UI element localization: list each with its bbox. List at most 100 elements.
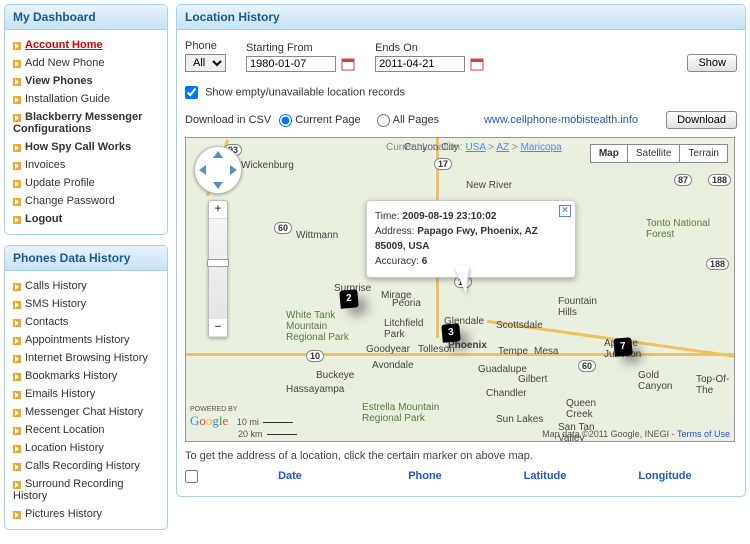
map-breadcrumb: Current Location: USA > AZ > Maricopa	[386, 142, 562, 153]
sidebar-link[interactable]: Messenger Chat History	[25, 406, 143, 418]
close-icon[interactable]: ×	[559, 205, 571, 217]
sidebar-item: Account Home	[13, 36, 159, 54]
hint-text: To get the address of a location, click …	[185, 442, 737, 466]
sidebar-link[interactable]: Recent Location	[25, 424, 105, 436]
map-type-satellite[interactable]: Satellite	[628, 145, 681, 162]
filter-row: Phone All Starting From Ends On	[185, 36, 737, 82]
show-empty-checkbox[interactable]	[185, 86, 198, 99]
sidebar-link[interactable]: Logout	[25, 213, 62, 225]
sidebar-item: Change Password	[13, 192, 159, 210]
zoom-slider[interactable]	[209, 219, 227, 319]
sidebar-item: Emails History	[13, 385, 159, 403]
map-pan-control[interactable]	[194, 146, 242, 194]
table-header: Date Phone Latitude Longitude	[185, 466, 737, 490]
sidebar-link[interactable]: Pictures History	[25, 508, 102, 520]
to-input[interactable]	[375, 56, 465, 72]
col-date[interactable]: Date	[215, 470, 365, 486]
sidebar-link[interactable]: Invoices	[25, 159, 65, 171]
arrow-icon	[13, 318, 21, 326]
col-latitude[interactable]: Latitude	[485, 470, 605, 486]
map-marker[interactable]: 2	[340, 290, 358, 314]
sidebar-link[interactable]: Internet Browsing History	[25, 352, 148, 364]
sidebar-link[interactable]: View Phones	[25, 75, 93, 87]
pan-up-icon[interactable]	[213, 151, 223, 158]
sidebar-item: Logout	[13, 210, 159, 228]
arrow-icon	[13, 354, 21, 362]
arrow-icon	[13, 59, 21, 67]
sidebar-link[interactable]: Blackberry Messenger Configurations	[13, 111, 142, 135]
radio-all-pages[interactable]	[377, 114, 390, 127]
sidebar-link[interactable]: Change Password	[25, 195, 115, 207]
zoom-handle[interactable]	[207, 259, 229, 267]
sidebar-link[interactable]: SMS History	[25, 298, 86, 310]
sidebar-link[interactable]: Account Home	[25, 39, 103, 51]
arrow-icon	[13, 372, 21, 380]
terms-link[interactable]: Terms of Use	[677, 429, 730, 439]
zoom-out-button[interactable]: −	[209, 319, 227, 337]
radio-current-page[interactable]	[279, 114, 292, 127]
dashboard-nav: Account Home Add New Phone View Phones Inst…	[13, 36, 159, 228]
sidebar-link[interactable]: Surround Recording History	[13, 478, 123, 502]
map-zoom-control[interactable]: + −	[208, 200, 228, 338]
sidebar-link[interactable]: Calls Recording History	[25, 460, 140, 472]
history-panel: Phones Data History Calls HistorySMS His…	[4, 245, 168, 530]
page-title: Location History	[177, 5, 745, 30]
map-type-map[interactable]: Map	[591, 145, 628, 162]
arrow-icon	[13, 510, 21, 518]
sidebar-link[interactable]: Location History	[25, 442, 104, 454]
arrow-icon	[13, 408, 21, 416]
to-label: Ends On	[375, 42, 484, 54]
zoom-in-button[interactable]: +	[209, 201, 227, 219]
sidebar-link[interactable]: Installation Guide	[25, 93, 110, 105]
sidebar-link[interactable]: Appointments History	[25, 334, 130, 346]
map-attribution-google: POWERED BY Google 10 mi 20 km	[190, 403, 297, 439]
col-longitude[interactable]: Longitude	[605, 470, 725, 486]
pan-down-icon[interactable]	[213, 182, 223, 189]
sidebar-item: Calls History	[13, 277, 159, 295]
arrow-icon	[13, 462, 21, 470]
sidebar-item: Invoices	[13, 156, 159, 174]
select-all-checkbox[interactable]	[185, 470, 198, 483]
sidebar-link[interactable]: Bookmarks History	[25, 370, 117, 382]
from-input[interactable]	[246, 56, 336, 72]
sidebar-item: Bookmarks History	[13, 367, 159, 385]
dashboard-panel: My Dashboard Account Home Add New Phone Vi…	[4, 4, 168, 235]
sidebar-item: Contacts	[13, 313, 159, 331]
show-button[interactable]: Show	[687, 54, 737, 72]
calendar-icon[interactable]	[470, 57, 484, 71]
arrow-icon	[13, 282, 21, 290]
download-label: Download in CSV	[185, 114, 271, 126]
dashboard-title: My Dashboard	[5, 5, 167, 30]
sidebar-item: Location History	[13, 439, 159, 457]
sidebar-link[interactable]: How Spy Call Works	[25, 141, 131, 153]
sidebar-item: Appointments History	[13, 331, 159, 349]
pan-left-icon[interactable]	[199, 165, 206, 175]
arrow-icon	[13, 480, 21, 488]
sidebar-link[interactable]: Add New Phone	[25, 57, 105, 69]
map-marker[interactable]: 3	[442, 324, 460, 348]
site-link[interactable]: www.cellphone-mobistealth.info	[484, 114, 638, 126]
calendar-icon[interactable]	[341, 57, 355, 71]
pan-right-icon[interactable]	[230, 165, 237, 175]
arrow-icon	[13, 77, 21, 85]
sidebar-link[interactable]: Emails History	[25, 388, 95, 400]
map-info-window: × Time: 2009-08-19 23:10:02 Address: Pap…	[366, 200, 576, 278]
sidebar-item: Installation Guide	[13, 90, 159, 108]
arrow-icon	[13, 41, 21, 49]
arrow-icon	[13, 390, 21, 398]
phone-select[interactable]: All	[185, 54, 226, 72]
sidebar-link[interactable]: Update Profile	[25, 177, 95, 189]
sidebar-item: Blackberry Messenger Configurations	[13, 108, 159, 138]
arrow-icon	[13, 179, 21, 187]
map[interactable]: 93 17 60 87 188 188 10 60 17 Wickenburg …	[185, 137, 735, 442]
map-marker[interactable]: 7	[614, 338, 632, 362]
sidebar-item: Update Profile	[13, 174, 159, 192]
sidebar-link[interactable]: Contacts	[25, 316, 68, 328]
arrow-icon	[13, 300, 21, 308]
from-label: Starting From	[246, 42, 355, 54]
map-type-terrain[interactable]: Terrain	[680, 145, 727, 162]
col-phone[interactable]: Phone	[365, 470, 485, 486]
sidebar-link[interactable]: Calls History	[25, 280, 87, 292]
download-button[interactable]: Download	[666, 111, 737, 129]
sidebar-item: Internet Browsing History	[13, 349, 159, 367]
